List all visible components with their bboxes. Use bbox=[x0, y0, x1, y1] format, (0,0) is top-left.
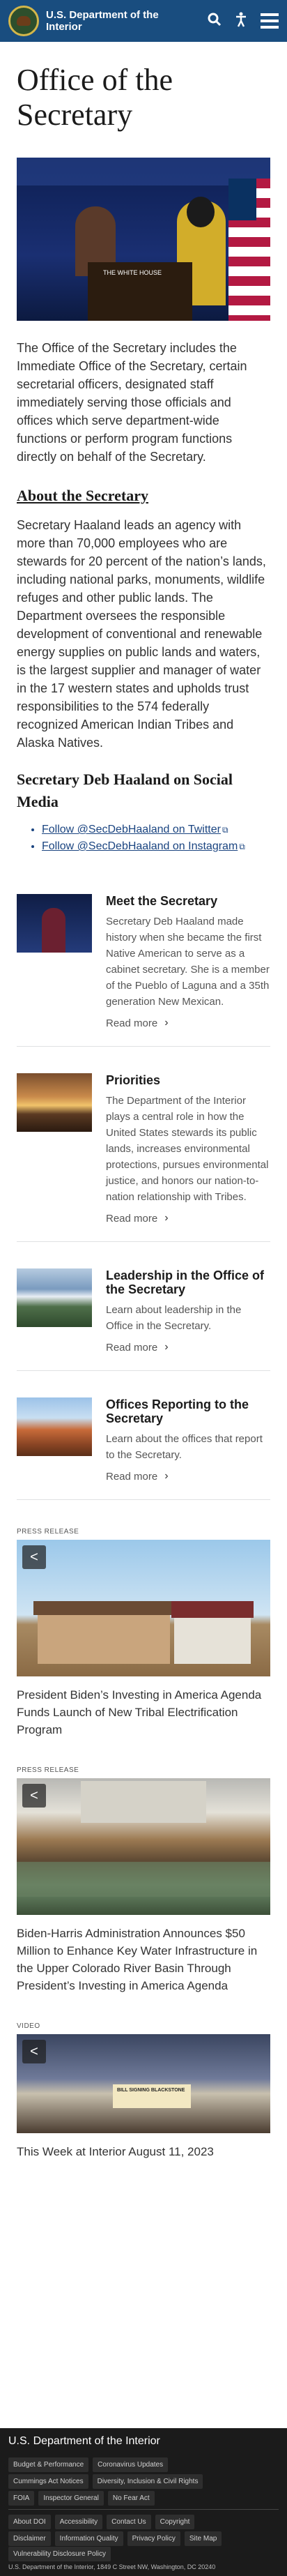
footer-title: U.S. Department of the Interior bbox=[8, 2435, 160, 2447]
external-link-icon: ⧉ bbox=[239, 842, 245, 851]
bill-signing-sign: BILL SIGNING BLACKSTONE bbox=[113, 2084, 191, 2108]
card-priorities: Priorities The Department of the Interio… bbox=[17, 1073, 270, 1242]
footer-link[interactable]: FOIA bbox=[8, 2491, 35, 2506]
card-text: Learn about the offices that report to t… bbox=[106, 1433, 263, 1461]
chevron-right-icon: › bbox=[164, 1341, 169, 1353]
social-link-item: Follow @SecDebHaaland on Instagram⧉ bbox=[42, 838, 270, 855]
promo-caption[interactable]: Biden-Harris Administration Announces $5… bbox=[17, 1925, 270, 1994]
promo-caption[interactable]: This Week at Interior August 11, 2023 bbox=[17, 2143, 270, 2160]
footer-link[interactable]: Accessibility bbox=[54, 2515, 103, 2529]
footer-link[interactable]: Information Quality bbox=[54, 2531, 123, 2546]
site-brand[interactable]: U.S. Department of the Interior bbox=[46, 9, 178, 33]
card-image[interactable] bbox=[17, 1268, 92, 1327]
search-icon[interactable] bbox=[208, 13, 222, 29]
social-heading: Secretary Deb Haaland on Social Media bbox=[17, 771, 233, 810]
promo-tag: PRESS RELEASE bbox=[17, 1528, 79, 1536]
card-text: Learn about leadership in the Office in … bbox=[106, 1304, 242, 1332]
footer-link[interactable]: About DOI bbox=[8, 2515, 51, 2529]
about-heading[interactable]: About the Secretary bbox=[17, 487, 270, 505]
card-title[interactable]: Meet the Secretary bbox=[106, 894, 270, 908]
card-image[interactable] bbox=[17, 1397, 92, 1456]
page-title: Office of the Secretary bbox=[17, 63, 173, 132]
promo-image[interactable]: < bbox=[17, 1778, 270, 1915]
card-title[interactable]: Priorities bbox=[106, 1073, 270, 1087]
card-image[interactable] bbox=[17, 1073, 92, 1132]
podium-label: THE WHITE HOUSE bbox=[103, 269, 162, 276]
promo-image[interactable]: < bbox=[17, 1540, 270, 1676]
social-links: Follow @SecDebHaaland on Twitter⧉ Follow… bbox=[17, 821, 270, 855]
share-icon[interactable]: < bbox=[22, 2040, 46, 2063]
card-offices: Offices Reporting to the Secretary Learn… bbox=[17, 1397, 270, 1500]
podium: THE WHITE HOUSE bbox=[88, 262, 192, 321]
card-title[interactable]: Offices Reporting to the Secretary bbox=[106, 1397, 270, 1425]
card-text: Secretary Deb Haaland made history when … bbox=[106, 916, 270, 1008]
instagram-link[interactable]: Follow @SecDebHaaland on Instagram bbox=[42, 840, 238, 852]
footer-link[interactable]: Vulnerability Disclosure Policy bbox=[8, 2547, 111, 2561]
card-leadership: Leadership in the Office of the Secretar… bbox=[17, 1268, 270, 1371]
video-image[interactable]: BILL SIGNING BLACKSTONE < bbox=[17, 2034, 270, 2133]
chevron-right-icon: › bbox=[164, 1017, 169, 1029]
accessibility-icon[interactable] bbox=[234, 12, 248, 30]
share-icon[interactable]: < bbox=[22, 1784, 46, 1808]
share-icon[interactable]: < bbox=[22, 1545, 46, 1569]
read-more-link[interactable]: Read more › bbox=[106, 1341, 270, 1354]
card-meet-secretary: Meet the Secretary Secretary Deb Haaland… bbox=[17, 894, 270, 1047]
footer-address: U.S. Department of the Interior, 1849 C … bbox=[8, 2563, 216, 2570]
intro-text: The Office of the Secretary includes the… bbox=[17, 341, 247, 464]
brand-line2: Interior bbox=[46, 21, 82, 33]
card-title[interactable]: Leadership in the Office of the Secretar… bbox=[106, 1268, 270, 1296]
site-footer: U.S. Department of the Interior Budget &… bbox=[0, 2428, 287, 2576]
card-text: The Department of the Interior plays a c… bbox=[106, 1095, 269, 1203]
twitter-link[interactable]: Follow @SecDebHaaland on Twitter bbox=[42, 824, 221, 835]
social-link-item: Follow @SecDebHaaland on Twitter⧉ bbox=[42, 821, 270, 838]
promo-tag: PRESS RELEASE bbox=[17, 1766, 79, 1774]
chevron-right-icon: › bbox=[164, 1470, 169, 1482]
footer-link[interactable]: Inspector General bbox=[38, 2491, 104, 2506]
footer-link[interactable]: Cummings Act Notices bbox=[8, 2474, 88, 2489]
footer-link[interactable]: Disclaimer bbox=[8, 2531, 51, 2546]
read-more-link[interactable]: Read more › bbox=[106, 1017, 270, 1029]
footer-link[interactable]: Privacy Policy bbox=[127, 2531, 180, 2546]
main-content: Office of the Secretary THE WHITE HOUSE … bbox=[17, 63, 270, 2160]
flag-graphic bbox=[228, 179, 270, 321]
hamburger-menu-icon[interactable] bbox=[261, 13, 279, 29]
footer-link[interactable]: Diversity, Inclusion & Civil Rights bbox=[92, 2474, 203, 2489]
footer-divider bbox=[8, 2509, 279, 2510]
doi-seal-logo[interactable] bbox=[8, 6, 39, 36]
footer-link[interactable]: No Fear Act bbox=[107, 2491, 155, 2506]
footer-link[interactable]: Contact Us bbox=[107, 2515, 151, 2529]
footer-link[interactable]: Coronavirus Updates bbox=[93, 2457, 169, 2472]
promo-caption[interactable]: President Biden’s Investing in America A… bbox=[17, 1686, 270, 1738]
read-more-link[interactable]: Read more › bbox=[106, 1212, 270, 1225]
promo-tag: VIDEO bbox=[17, 2022, 40, 2030]
footer-link[interactable]: Budget & Performance bbox=[8, 2457, 89, 2472]
about-text: Secretary Haaland leads an agency with m… bbox=[17, 518, 266, 750]
external-link-icon: ⧉ bbox=[222, 825, 228, 835]
brand-line1: U.S. Department of the bbox=[46, 9, 159, 21]
card-image[interactable] bbox=[17, 894, 92, 953]
hero-image: THE WHITE HOUSE bbox=[17, 158, 270, 321]
read-more-link[interactable]: Read more › bbox=[106, 1470, 270, 1483]
chevron-right-icon: › bbox=[164, 1212, 169, 1224]
footer-link[interactable]: Copyright bbox=[155, 2515, 195, 2529]
footer-link[interactable]: Site Map bbox=[184, 2531, 222, 2546]
site-header: U.S. Department of the Interior bbox=[0, 0, 287, 42]
